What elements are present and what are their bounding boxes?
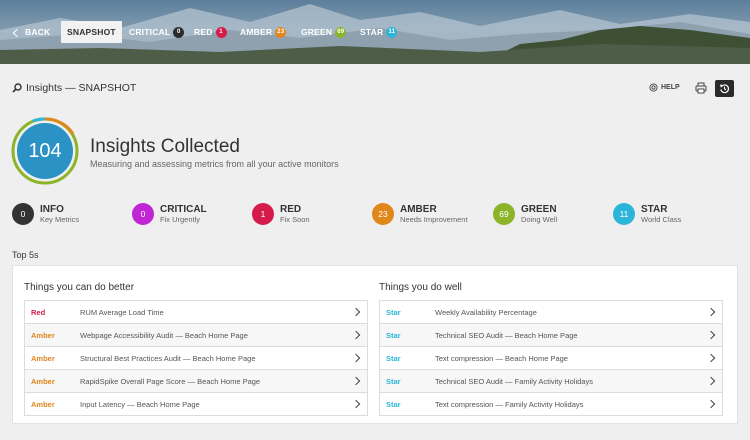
chevron-left-icon — [12, 28, 22, 37]
item-label: RapidSpike Overall Page Score — Beach Ho… — [80, 376, 261, 386]
do-better-title: Things you can do better — [24, 282, 135, 293]
green-name: GREEN — [521, 204, 557, 215]
item-label: Text compression — Family Activity Holid… — [435, 399, 584, 409]
list-item[interactable]: Amber Input Latency — Beach Home Page — [24, 393, 368, 416]
item-label: Webpage Accessibility Audit — Beach Home… — [80, 330, 248, 340]
critical-count-badge: 0 — [173, 26, 185, 38]
status-label: Star — [386, 330, 401, 340]
status-label: Red — [31, 307, 46, 317]
status-label: Star — [386, 399, 401, 409]
list-item[interactable]: Amber Webpage Accessibility Audit — Beac… — [24, 324, 368, 347]
red-count-badge: 1 — [215, 26, 227, 38]
category-critical[interactable]: 0 CRITICAL Fix Urgently — [132, 203, 207, 225]
green-desc: Doing Well — [521, 215, 558, 224]
status-label: Amber — [31, 353, 55, 363]
list-item[interactable]: Star Technical SEO Audit — Family Activi… — [379, 370, 723, 393]
red-count: 1 — [252, 203, 274, 225]
red-desc: Fix Soon — [280, 215, 310, 224]
critical-name: CRITICAL — [160, 204, 207, 215]
page-title: Insights — SNAPSHOT — [12, 82, 136, 94]
status-label: Star — [386, 353, 401, 363]
category-amber[interactable]: 23 AMBER Needs Improvement — [372, 203, 468, 225]
green-count-badge: 69 — [335, 26, 347, 38]
hero-banner: BACK SNAPSHOT CRITICAL 0 RED 1 AMBER 23 … — [0, 0, 750, 64]
lifebuoy-icon — [649, 83, 658, 92]
item-label: Weekly Availability Percentage — [435, 307, 537, 317]
info-desc: Key Metrics — [40, 215, 80, 224]
do-well-title: Things you do well — [379, 282, 462, 293]
green-count: 69 — [493, 203, 515, 225]
list-item[interactable]: Star Technical SEO Audit — Beach Home Pa… — [379, 324, 723, 347]
amber-count: 23 — [372, 203, 394, 225]
back-label: BACK — [25, 27, 51, 37]
list-item[interactable]: Star Weekly Availability Percentage — [379, 301, 723, 324]
top5-panel: Things you can do better Red RUM Average… — [12, 265, 738, 424]
amber-desc: Needs Improvement — [400, 215, 468, 224]
tab-critical-label: CRITICAL — [129, 27, 171, 37]
star-name: STAR — [641, 204, 668, 215]
info-count: 0 — [12, 203, 34, 225]
status-label: Amber — [31, 376, 55, 386]
status-label: Star — [386, 376, 401, 386]
critical-desc: Fix Urgently — [160, 215, 201, 224]
list-item[interactable]: Amber RapidSpike Overall Page Score — Be… — [24, 370, 368, 393]
critical-count: 0 — [132, 203, 154, 225]
red-name: RED — [280, 204, 302, 215]
list-item[interactable]: Star Text compression — Beach Home Page — [379, 347, 723, 370]
do-well-list: Star Weekly Availability Percentage Star… — [379, 300, 723, 416]
info-name: INFO — [40, 204, 64, 215]
toolbar: Insights — SNAPSHOT HELP — [0, 64, 750, 114]
status-label: Amber — [31, 399, 55, 409]
category-info[interactable]: 0 INFO Key Metrics — [12, 203, 79, 225]
list-item[interactable]: Star Text compression — Family Activity … — [379, 393, 723, 416]
printer-icon — [695, 82, 707, 94]
star-count-badge: 11 — [386, 26, 398, 38]
tab-critical[interactable]: CRITICAL 0 — [129, 20, 185, 44]
summary-title: Insights Collected — [90, 136, 240, 157]
tab-red[interactable]: RED 1 — [194, 20, 227, 44]
total-insights-count: 104 — [28, 139, 62, 162]
item-label: Technical SEO Audit — Beach Home Page — [435, 330, 578, 340]
help-button[interactable]: HELP — [649, 83, 680, 92]
tab-amber-label: AMBER — [240, 27, 273, 37]
top-nav: BACK SNAPSHOT CRITICAL 0 RED 1 AMBER 23 … — [0, 20, 750, 44]
refresh-icon — [719, 84, 730, 94]
tab-amber[interactable]: AMBER 23 — [240, 20, 287, 44]
tab-star-label: STAR — [360, 27, 384, 37]
item-label: RUM Average Load Time — [80, 307, 164, 317]
do-well-column: Things you do well Star Weekly Availabil… — [379, 282, 723, 416]
search-icon — [12, 83, 22, 93]
category-red[interactable]: 1 RED Fix Soon — [252, 203, 310, 225]
status-label: Amber — [31, 330, 55, 340]
item-label: Technical SEO Audit — Family Activity Ho… — [435, 376, 593, 386]
tab-star[interactable]: STAR 11 — [360, 20, 398, 44]
refresh-button[interactable] — [715, 80, 734, 97]
top5-section-label: Top 5s — [12, 250, 39, 260]
star-count: 11 — [613, 203, 635, 225]
do-better-column: Things you can do better Red RUM Average… — [24, 282, 368, 416]
tab-green-label: GREEN — [301, 27, 333, 37]
list-item[interactable]: Amber Structural Best Practices Audit — … — [24, 347, 368, 370]
back-button[interactable]: BACK — [12, 20, 51, 44]
star-desc: World Class — [641, 215, 682, 224]
tab-snapshot-label: SNAPSHOT — [67, 27, 116, 37]
item-label: Text compression — Beach Home Page — [435, 353, 568, 363]
help-label: HELP — [661, 84, 680, 91]
category-star[interactable]: 11 STAR World Class — [613, 203, 681, 225]
do-better-list: Red RUM Average Load Time Amber Webpage … — [24, 300, 368, 416]
print-button[interactable] — [694, 81, 708, 95]
status-label: Star — [386, 307, 401, 317]
amber-count-badge: 23 — [275, 26, 287, 38]
tab-snapshot[interactable]: SNAPSHOT — [61, 21, 122, 43]
category-green[interactable]: 69 GREEN Doing Well — [493, 203, 557, 225]
tab-red-label: RED — [194, 27, 213, 37]
tab-green[interactable]: GREEN 69 — [301, 20, 347, 44]
summary-subtitle: Measuring and assessing metrics from all… — [90, 159, 339, 169]
page-title-text: Insights — SNAPSHOT — [26, 82, 137, 94]
amber-name: AMBER — [400, 204, 437, 215]
item-label: Input Latency — Beach Home Page — [80, 399, 200, 409]
list-item[interactable]: Red RUM Average Load Time — [24, 301, 368, 324]
item-label: Structural Best Practices Audit — Beach … — [80, 353, 256, 363]
